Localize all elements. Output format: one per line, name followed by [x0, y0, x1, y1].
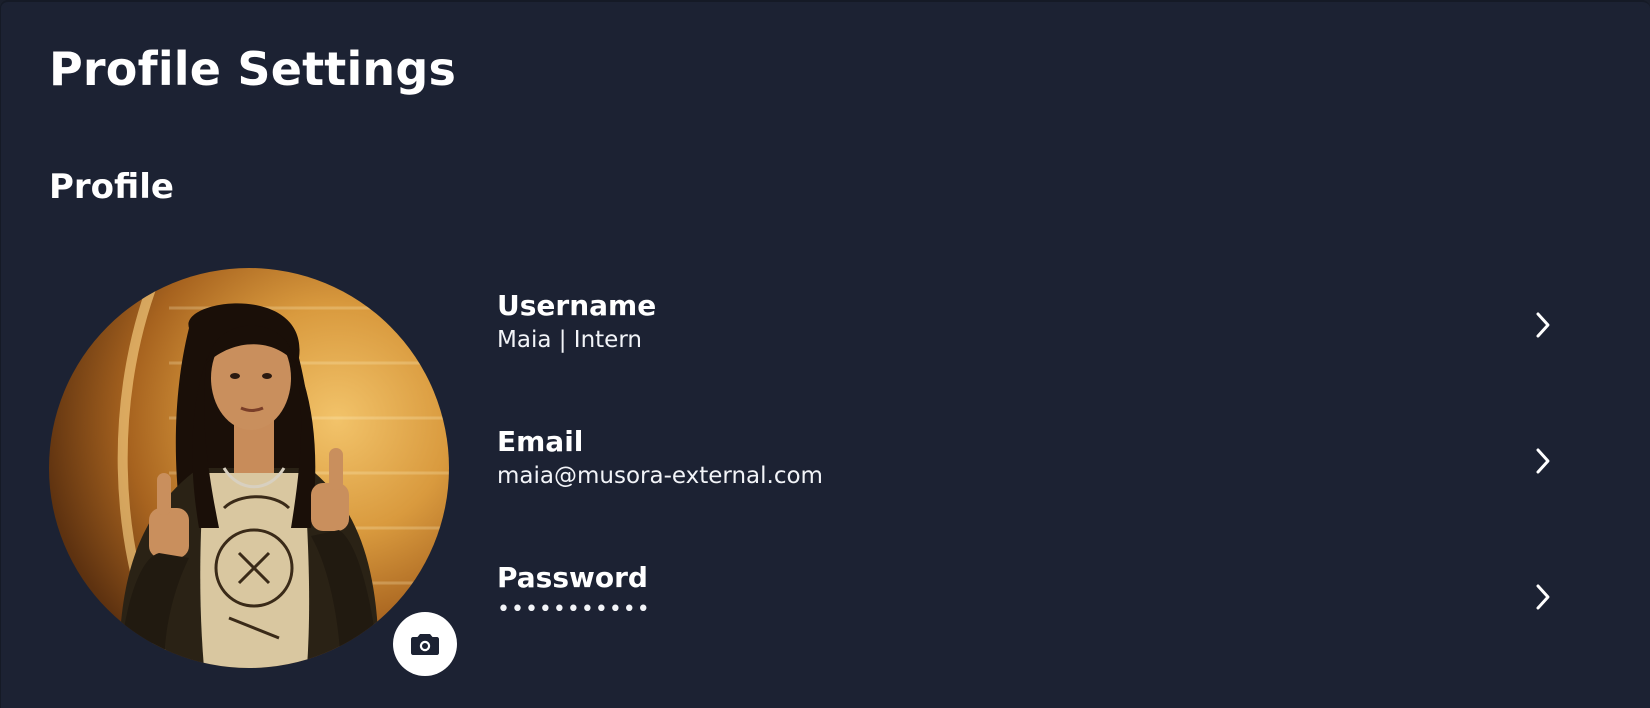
email-value: maia@musora-external.com [497, 463, 823, 489]
chevron-right-icon [1536, 448, 1550, 474]
email-row[interactable]: Email maia@musora-external.com [497, 425, 1567, 517]
username-label: Username [497, 289, 657, 322]
username-value: Maia | Intern [497, 327, 642, 353]
page-title: Profile Settings [49, 42, 457, 96]
avatar[interactable] [49, 268, 449, 668]
camera-icon [411, 634, 439, 655]
avatar-photo [117, 268, 449, 668]
chevron-right-icon [1536, 312, 1550, 338]
password-value: ••••••••••• [497, 597, 651, 622]
username-row[interactable]: Username Maia | Intern [497, 289, 1567, 381]
section-title-profile: Profile [49, 167, 174, 207]
password-row[interactable]: Password ••••••••••• [497, 561, 1567, 653]
profile-settings-panel: Profile Settings Profile Username Maia |… [0, 0, 1650, 708]
chevron-right-icon [1536, 584, 1550, 610]
email-label: Email [497, 425, 584, 458]
change-photo-button[interactable] [393, 612, 457, 676]
password-label: Password [497, 561, 648, 594]
